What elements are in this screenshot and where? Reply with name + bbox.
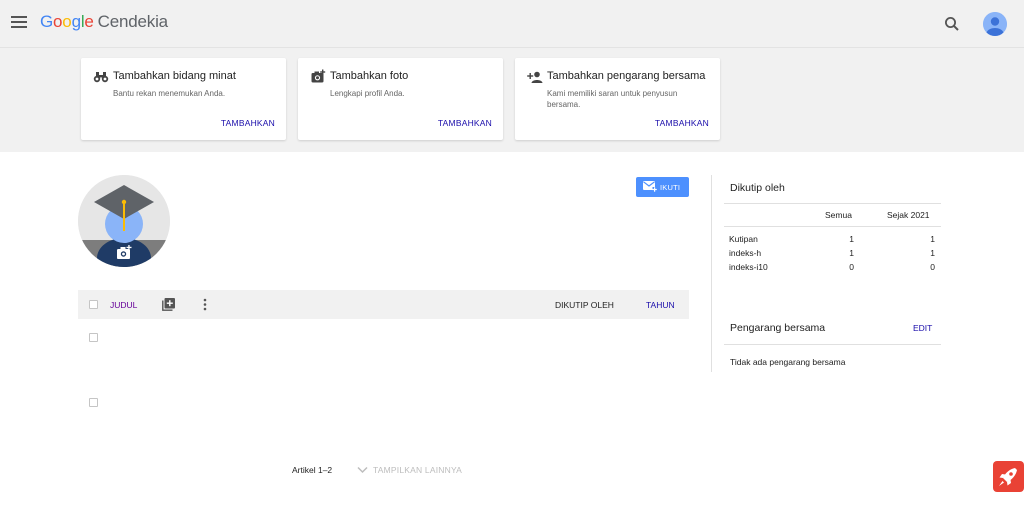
cited-col-since[interactable]: Sejak 2021	[887, 210, 930, 220]
divider	[724, 226, 941, 227]
logo-letter-o2: o	[62, 12, 72, 31]
edit-coauthors-button[interactable]: EDIT	[913, 323, 932, 333]
card-title: Tambahkan foto	[330, 70, 409, 82]
logo-letter-o1: o	[53, 12, 63, 31]
add-photo-button[interactable]: TAMBAHKAN	[438, 118, 492, 128]
profile-suggestions-banner: Tambahkan bidang minat Bantu rekan menem…	[0, 48, 1024, 152]
suggestion-card-photo: Tambahkan foto Lengkapi profil Anda. TAM…	[298, 58, 503, 140]
suggestion-card-interests: Tambahkan bidang minat Bantu rekan menem…	[81, 58, 286, 140]
rocket-icon	[999, 468, 1017, 486]
profile-photo[interactable]	[78, 175, 170, 267]
search-icon[interactable]	[943, 15, 961, 33]
cited-row-all: 1	[849, 248, 854, 258]
cited-row-h-index: indeks-h 1 1	[729, 248, 935, 262]
card-description: Bantu rekan menemukan Anda.	[113, 89, 226, 98]
follow-label: IKUTI	[660, 183, 681, 192]
add-photo-icon	[310, 69, 326, 85]
article-row-checkbox[interactable]	[89, 333, 98, 342]
rocket-extension-button[interactable]	[993, 461, 1024, 492]
sidebar-divider	[711, 175, 712, 372]
articles-table-header: JUDUL DIKUTIP OLEH TAHUN	[78, 290, 689, 319]
card-description: Lengkapi profil Anda.	[330, 89, 405, 98]
chevron-down-icon	[357, 466, 368, 474]
add-coauthors-button[interactable]: TAMBAHKAN	[655, 118, 709, 128]
account-avatar-icon[interactable]	[983, 12, 1007, 36]
cited-row-citations: Kutipan 1 1	[729, 234, 935, 248]
cited-row-all: 0	[849, 262, 854, 272]
menu-icon[interactable]	[11, 16, 27, 28]
divider	[724, 203, 941, 204]
add-person-icon	[527, 69, 543, 85]
top-bar: Google Cendekia	[0, 0, 1024, 48]
card-description: Kami memiliki saran untuk penyusun bersa…	[547, 89, 678, 109]
logo-letter-e: e	[84, 12, 94, 31]
show-more-label: TAMPILKAN LAINNYA	[373, 465, 463, 475]
cited-row-since: 0	[930, 262, 935, 272]
cited-row-i10-index: indeks-i10 0 0	[729, 262, 935, 276]
add-article-icon[interactable]	[162, 298, 175, 311]
sort-by-year-link[interactable]: TAHUN	[646, 300, 675, 310]
sort-by-cited-link[interactable]: DIKUTIP OLEH	[555, 300, 614, 310]
cited-row-label[interactable]: indeks-i10	[729, 262, 768, 272]
articles-count: Artikel 1–2	[292, 465, 333, 475]
cited-row-all: 1	[849, 234, 854, 244]
card-title: Tambahkan pengarang bersama	[547, 70, 706, 82]
cited-row-since: 1	[930, 234, 935, 244]
suggestion-card-coauthors: Tambahkan pengarang bersama Kami memilik…	[515, 58, 720, 140]
logo-letter-g: G	[40, 12, 54, 31]
coauthors-title: Pengarang bersama	[730, 322, 826, 334]
coauthors-empty-text: Tidak ada pengarang bersama	[730, 357, 846, 367]
cited-row-since: 1	[930, 248, 935, 258]
select-all-checkbox[interactable]	[89, 300, 98, 309]
cited-row-label[interactable]: Kutipan	[729, 234, 758, 244]
cited-row-label[interactable]: indeks-h	[729, 248, 761, 258]
cited-col-all[interactable]: Semua	[825, 210, 852, 220]
article-row-checkbox[interactable]	[89, 398, 98, 407]
card-title: Tambahkan bidang minat	[113, 70, 236, 82]
logo-letter-g2: g	[71, 12, 81, 31]
more-options-icon[interactable]	[201, 298, 209, 311]
follow-button[interactable]: IKUTI	[636, 177, 689, 197]
divider	[724, 344, 941, 345]
mail-follow-icon	[643, 181, 657, 192]
sort-by-title-link[interactable]: JUDUL	[110, 300, 137, 310]
brand-suffix: Cendekia	[97, 12, 168, 31]
change-photo-camera-icon[interactable]	[116, 245, 132, 260]
cited-by-title: Dikutip oleh	[730, 182, 785, 194]
binoculars-icon	[93, 69, 109, 85]
add-interests-button[interactable]: TAMBAHKAN	[221, 118, 275, 128]
google-cendekia-logo[interactable]: Google Cendekia	[40, 12, 168, 32]
